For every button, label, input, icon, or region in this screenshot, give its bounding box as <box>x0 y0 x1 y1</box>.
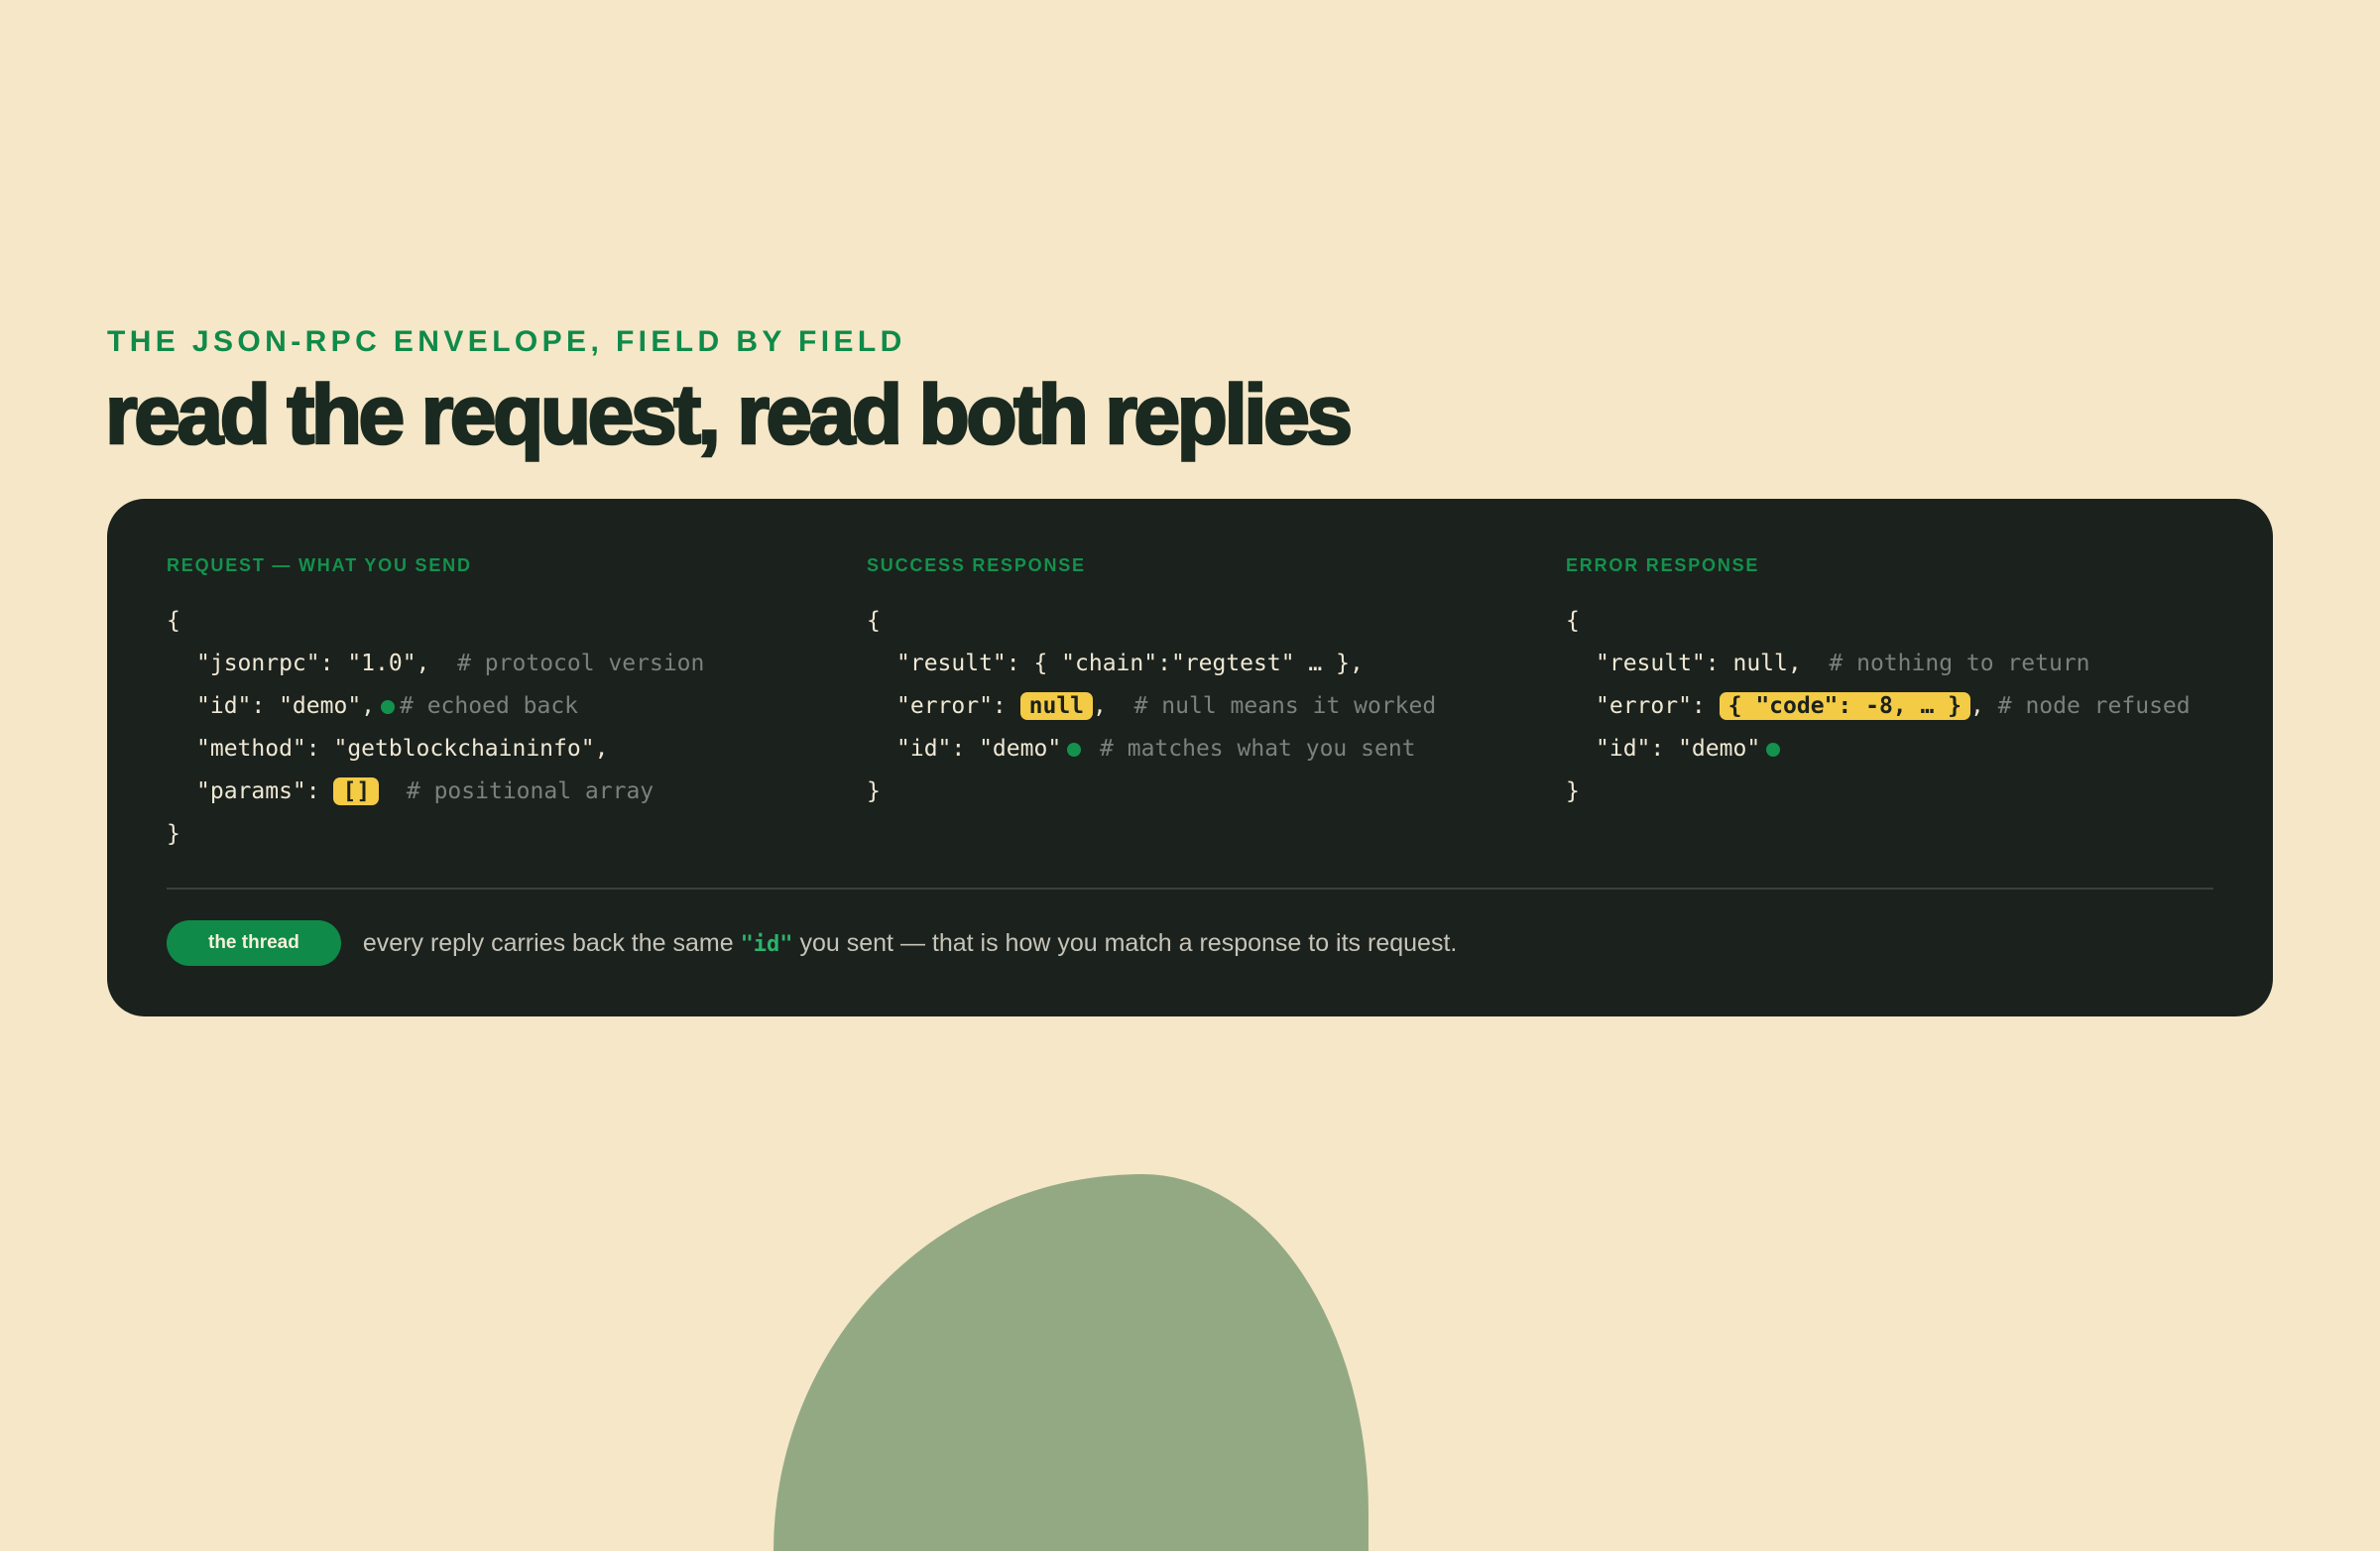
success-code-block: { "result": { "chain":"regtest" … }, "er… <box>867 600 1551 813</box>
error-id-line: "id": "demo" <box>1566 728 2250 771</box>
success-result-line: "result": { "chain":"regtest" … }, <box>896 651 1364 676</box>
request-code-block: { "jsonrpc": "1.0", # protocol version "… <box>167 600 851 856</box>
result-comment: # nothing to return <box>1829 651 2090 676</box>
error-object-highlight: { "code": -8, … } <box>1719 692 1971 720</box>
id-comment: # matches what you sent <box>1100 736 1416 762</box>
id-comment: # echoed back <box>400 693 579 719</box>
footer-text-before: every reply carries back the same <box>362 928 741 957</box>
thread-explanation: every reply carries back the same "id" y… <box>363 929 1457 958</box>
error-code-block: { "result": null, # nothing to return "e… <box>1566 600 2250 813</box>
thread-badge: the thread <box>167 920 341 966</box>
params-comment: # positional array <box>406 778 654 804</box>
eyebrow-heading: THE JSON-RPC ENVELOPE, FIELD BY FIELD <box>107 325 906 358</box>
id-field: "id": "demo" <box>896 736 1062 762</box>
result-field: "result": null, <box>1596 651 1802 676</box>
error-comment: # null means it worked <box>1133 693 1437 719</box>
error-close-brace: } <box>1566 778 1580 804</box>
error-error-line: "error": { "code": -8, … }, # node refus… <box>1566 685 2250 728</box>
footer-id-code: "id" <box>740 931 793 957</box>
request-params-line: "params": [] # positional array <box>167 771 851 813</box>
id-marker-dot <box>1766 743 1781 757</box>
decorative-blob <box>774 1174 1368 1551</box>
error-comment: # node refused <box>1997 693 2191 719</box>
envelope-card: REQUEST — WHAT YOU SEND { "jsonrpc": "1.… <box>107 499 2273 1016</box>
request-id-line: "id": "demo", # echoed back <box>167 685 851 728</box>
error-comma: , <box>1093 693 1107 719</box>
success-error-line: "error": null, # null means it worked <box>867 685 1551 728</box>
request-close-brace: } <box>167 821 180 847</box>
card-divider <box>167 888 2213 890</box>
success-label: SUCCESS RESPONSE <box>867 555 1086 575</box>
id-field: "id": "demo", <box>196 693 376 719</box>
success-id-line: "id": "demo" # matches what you sent <box>867 728 1551 771</box>
params-highlight: [] <box>333 777 380 805</box>
thread-footer: the thread every reply carries back the … <box>167 920 1457 966</box>
request-open-brace: { <box>167 608 180 634</box>
params-key: "params": <box>196 778 334 804</box>
success-column: SUCCESS RESPONSE { "result": { "chain":"… <box>867 552 1551 813</box>
request-column: REQUEST — WHAT YOU SEND { "jsonrpc": "1.… <box>167 552 851 856</box>
error-key: "error": <box>896 693 1020 719</box>
request-method-line: "method": "getblockchaininfo", <box>196 736 609 762</box>
id-marker-dot <box>381 700 396 714</box>
error-label: ERROR RESPONSE <box>1566 555 1760 575</box>
footer-text-after: you sent — that is how you match a respo… <box>792 928 1458 957</box>
error-comma: , <box>1970 693 1984 719</box>
success-open-brace: { <box>867 608 881 634</box>
request-jsonrpc-line: "jsonrpc": "1.0", # protocol version <box>167 643 851 685</box>
jsonrpc-comment: # protocol version <box>457 651 705 676</box>
success-close-brace: } <box>867 778 881 804</box>
error-result-line: "result": null, # nothing to return <box>1566 643 2250 685</box>
id-marker-dot <box>1067 743 1082 757</box>
page-title: read the request, read both replies <box>104 367 1355 463</box>
request-label: REQUEST — WHAT YOU SEND <box>167 555 472 575</box>
jsonrpc-field: "jsonrpc": "1.0", <box>196 651 430 676</box>
error-column: ERROR RESPONSE { "result": null, # nothi… <box>1566 552 2250 813</box>
error-open-brace: { <box>1566 608 1580 634</box>
null-highlight: null <box>1019 692 1094 720</box>
id-field: "id": "demo" <box>1596 736 1761 762</box>
error-key: "error": <box>1596 693 1720 719</box>
